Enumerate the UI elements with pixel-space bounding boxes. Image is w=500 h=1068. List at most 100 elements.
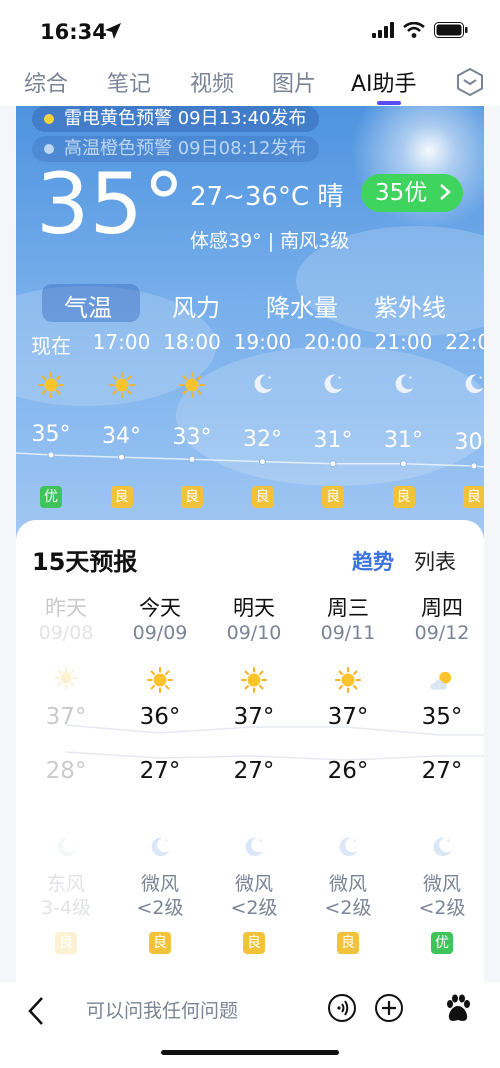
day-wind: 微风 <2级 xyxy=(418,873,466,919)
voice-icon xyxy=(337,1000,349,1016)
weather-card[interactable]: 雷电黄色预警 09日13:40发布 高温橙色预警 09日08:12发布 35° … xyxy=(16,106,484,546)
wifi-icon xyxy=(403,22,425,38)
hourly-aqi-badge: 良 xyxy=(322,486,344,508)
moon-icon xyxy=(369,371,439,401)
day-date: 09/12 xyxy=(414,622,470,644)
day-high-temp: 36° xyxy=(139,704,181,730)
tab-笔记[interactable]: 笔记 xyxy=(107,66,151,98)
hourly-temp: 34° xyxy=(102,423,141,449)
day-name: 周三 xyxy=(327,596,369,620)
moon-icon xyxy=(304,834,392,864)
hourly-temp-point xyxy=(259,458,266,466)
search-tabs: 综合 笔记 视频 图片 AI助手 xyxy=(0,62,500,106)
day-wind: 微风 <2级 xyxy=(230,873,278,919)
hourly-time: 21:00 xyxy=(374,330,433,354)
add-button[interactable] xyxy=(375,994,403,1022)
hourly-temp: 35° xyxy=(31,422,71,447)
moon-icon xyxy=(228,371,298,401)
back-arrow-icon[interactable] xyxy=(26,996,46,1026)
forecast-day[interactable]: 周三 09/11 37° 26° 微风 <2级良 xyxy=(304,592,392,954)
hourly-time: 18:00 xyxy=(163,330,221,354)
signal-icon xyxy=(372,22,394,38)
day-aqi-badge: 良 xyxy=(243,932,265,954)
day-date: 09/10 xyxy=(226,622,282,644)
battery-icon xyxy=(434,22,468,38)
forecast-day[interactable]: 昨天 09/08 37° 28° 东风 3-4级良 xyxy=(22,592,110,954)
day-high-temp: 37° xyxy=(45,704,87,730)
hourly-aqi-badge: 良 xyxy=(181,486,203,508)
moon-icon xyxy=(22,834,110,864)
day-aqi-badge: 优 xyxy=(431,932,453,954)
moon-icon xyxy=(116,834,204,864)
hourly-temp-line xyxy=(16,451,484,470)
hourly-aqi-badge: 良 xyxy=(392,486,415,508)
hourly-aqi-badge: 良 xyxy=(110,486,133,508)
day-wind: 微风 <2级 xyxy=(136,873,184,919)
hourly-time: 17:00 xyxy=(92,330,151,354)
sun-icon xyxy=(210,666,298,698)
day-wind: 东风 3-4级 xyxy=(40,873,92,919)
cube-icon[interactable] xyxy=(456,67,484,97)
voice-button[interactable] xyxy=(328,994,356,1022)
sun-icon xyxy=(22,666,110,694)
tab-视频[interactable]: 视频 xyxy=(190,66,234,98)
day-low-temp: 26° xyxy=(327,758,369,784)
hourly-time: 20:00 xyxy=(304,330,362,354)
baidu-paw-icon[interactable] xyxy=(444,994,472,1024)
forecast-day[interactable]: 明天 09/10 37° 27° 微风 <2级良 xyxy=(210,592,298,954)
hourly-temp-point xyxy=(118,453,125,461)
day-aqi-badge: 良 xyxy=(337,932,359,954)
sun-icon xyxy=(116,666,204,698)
hourly-temp: 31° xyxy=(384,428,423,453)
hourly-time: 22:00 xyxy=(445,330,484,354)
moon-icon xyxy=(439,371,484,401)
hourly-aqi-badge: 良 xyxy=(463,486,484,508)
forecast-day[interactable]: 周四 09/12 35° 27° 微风 <2级优 xyxy=(398,592,484,954)
home-indicator xyxy=(161,1050,339,1055)
day-name: 今天 xyxy=(139,596,181,620)
sun-icon xyxy=(304,666,392,698)
day-date: 09/08 xyxy=(38,622,94,644)
tab-图片[interactable]: 图片 xyxy=(272,66,316,98)
day-name: 明天 xyxy=(233,596,275,620)
forecast-panel: 15天预报 趋势 列表 昨天 09/08 37° 28° 东风 3-4级良今天 09/09 3… xyxy=(16,520,484,982)
day-date: 09/11 xyxy=(320,622,376,644)
day-high-temp: 37° xyxy=(233,704,275,730)
moon-icon xyxy=(398,834,484,864)
moon-icon xyxy=(298,371,368,401)
hourly-temp-point xyxy=(400,460,407,468)
day-high-temp: 37° xyxy=(327,704,369,730)
status-icons xyxy=(372,22,468,38)
hourly-temp: 31° xyxy=(313,428,353,453)
hourly-aqi-badge: 优 xyxy=(40,486,62,508)
ask-input[interactable]: 可以问我任何问题 xyxy=(86,996,238,1023)
day-aqi-badge: 良 xyxy=(149,932,171,954)
tab-ai-assistant[interactable]: AI助手 xyxy=(351,66,417,98)
day-date: 09/09 xyxy=(132,622,188,644)
hourly-temp: 32° xyxy=(243,426,282,452)
sun-icon xyxy=(16,371,86,403)
hourly-temp-point xyxy=(329,460,337,468)
sun-icon xyxy=(87,371,157,403)
status-bar: 16:34 xyxy=(0,0,500,62)
day-low-temp: 27° xyxy=(421,758,463,784)
hourly-time: 现在 xyxy=(31,334,71,358)
hourly-temp: 30° xyxy=(454,429,485,455)
day-name: 昨天 xyxy=(45,596,87,620)
day-wind: 微风 <2级 xyxy=(324,873,372,919)
day-low-temp: 27° xyxy=(233,758,275,784)
bottom-input-bar: 可以问我任何问题 xyxy=(0,982,500,1068)
day-high-temp: 35° xyxy=(421,704,463,730)
tab-综合[interactable]: 综合 xyxy=(24,66,68,98)
day-name: 周四 xyxy=(421,596,463,620)
hourly-temp-point xyxy=(188,455,196,463)
hourly-temp-point xyxy=(470,462,478,470)
location-arrow-icon xyxy=(105,23,121,39)
day-low-temp: 28° xyxy=(45,758,87,784)
status-time: 16:34 xyxy=(40,20,107,44)
partly-cloudy-icon xyxy=(398,666,484,700)
hourly-temp: 33° xyxy=(172,425,212,450)
hourly-aqi-badge: 良 xyxy=(251,486,274,508)
forecast-day[interactable]: 今天 09/09 36° 27° 微风 <2级良 xyxy=(116,592,204,954)
hourly-temp-point xyxy=(47,451,55,459)
